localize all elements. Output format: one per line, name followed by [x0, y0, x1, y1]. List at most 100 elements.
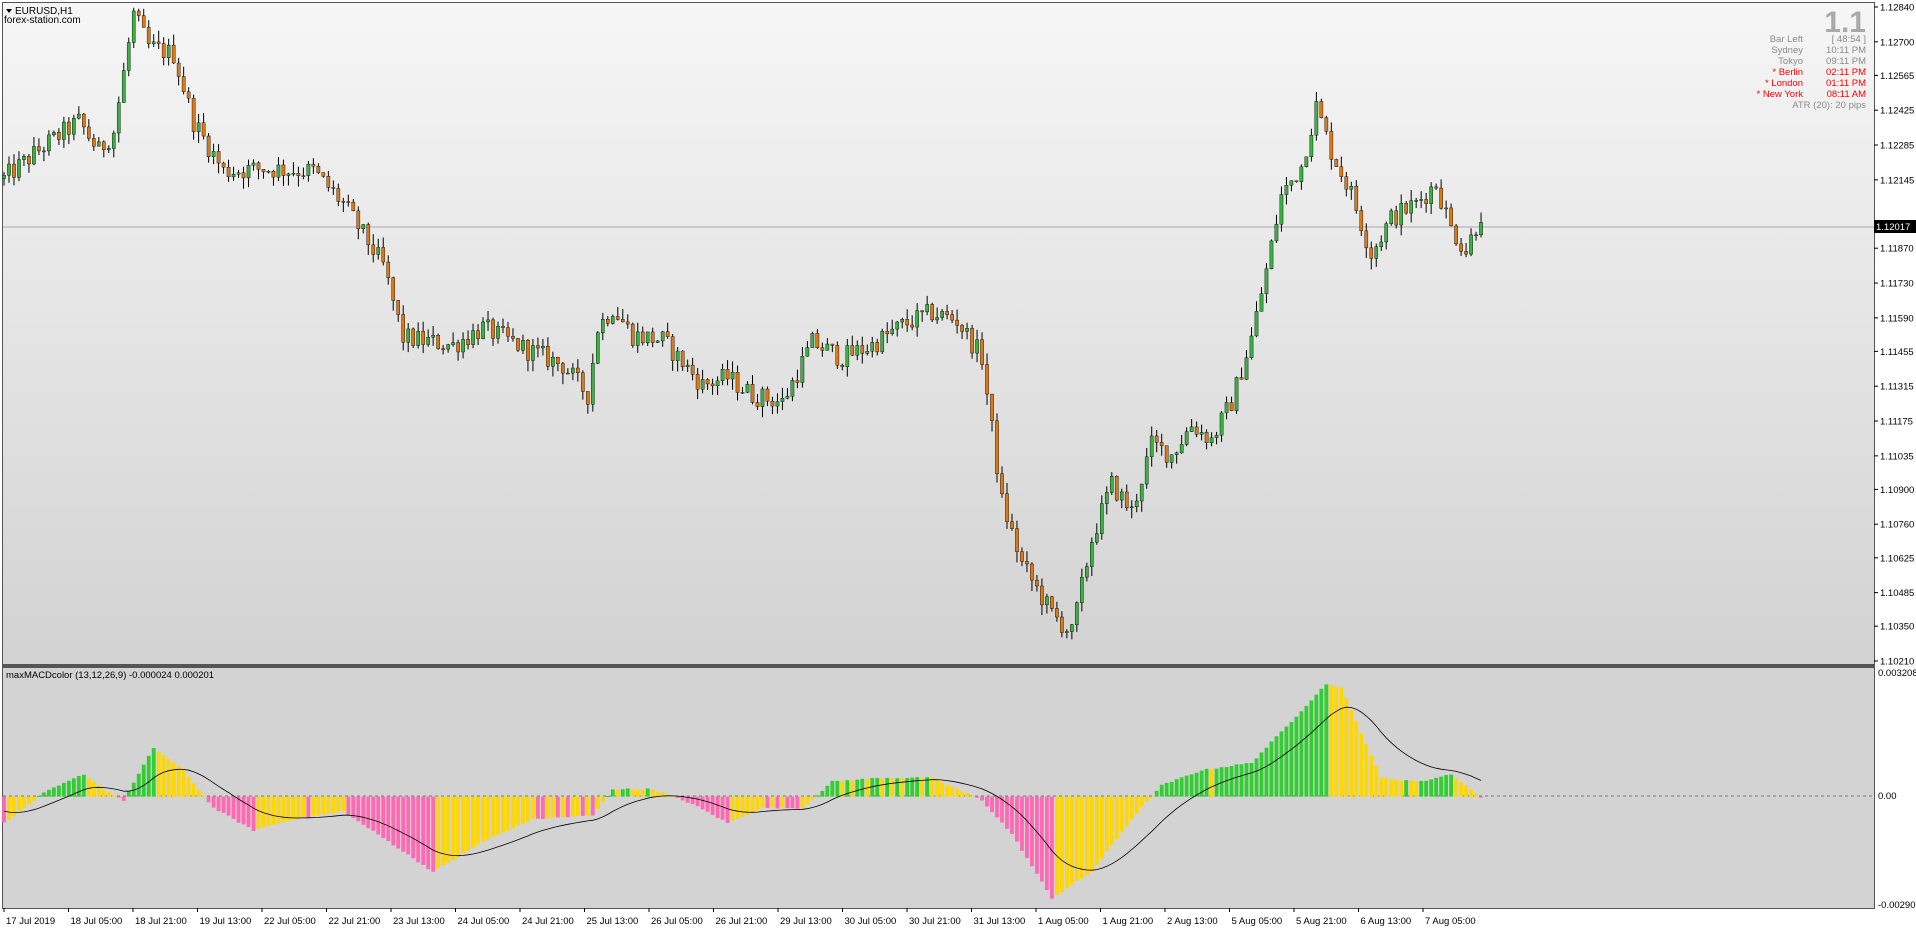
candle-body [1109, 476, 1114, 493]
histogram-bar [810, 796, 815, 800]
histogram-bar [461, 796, 465, 854]
histogram-bar [730, 796, 735, 821]
candle-body [765, 388, 770, 402]
histogram-bar [76, 775, 81, 797]
candle-body [1234, 377, 1239, 411]
candle-body [835, 345, 840, 366]
histogram-bar [146, 755, 151, 797]
candle-body [556, 356, 560, 364]
histogram-bar [1334, 687, 1339, 797]
price-pane[interactable] [3, 3, 1874, 665]
candle-body [501, 325, 505, 328]
histogram-bar [436, 796, 441, 869]
candle-body [106, 148, 111, 151]
candle-body [1444, 207, 1448, 210]
time-axis: 17 Jul 2019 18 Jul 05:00 18 Jul 21:00 19 Ju… [3, 908, 1476, 927]
histogram-bar [1064, 796, 1069, 889]
candle-body [855, 345, 860, 356]
candle-body [950, 314, 954, 321]
candle-body [426, 337, 430, 345]
candle-body [965, 328, 969, 332]
candle-body [271, 171, 276, 178]
candle-body [920, 310, 924, 313]
histogram-bar [1464, 785, 1468, 797]
candle-body [161, 43, 166, 59]
session-time: [ 48:54 ] [1832, 34, 1866, 45]
candle-body [925, 304, 929, 313]
candle-body [82, 113, 86, 128]
candle-body [675, 350, 680, 361]
candle-body [1075, 602, 1079, 625]
time-tick-label: 7 Aug 05:00 [1425, 916, 1476, 927]
histogram-bar [1134, 796, 1139, 815]
candle-body [1000, 473, 1004, 494]
histogram-bar [850, 780, 855, 797]
candle-body [735, 371, 740, 393]
histogram-bar [426, 796, 431, 870]
candle-body [341, 201, 346, 203]
candle-body [1414, 200, 1418, 202]
histogram-bar [605, 796, 610, 798]
histogram-bar [640, 789, 645, 797]
candle-body [1099, 503, 1104, 534]
histogram-bar [52, 787, 56, 797]
histogram-bar [790, 796, 795, 809]
histogram-bar [366, 796, 371, 829]
histogram-bar [675, 796, 680, 798]
histogram-bar [715, 796, 720, 819]
candle-body [1055, 608, 1059, 618]
histogram-bar [655, 791, 660, 797]
candle-body [1189, 426, 1194, 432]
histogram-bar [1069, 796, 1074, 885]
histogram-bar [91, 781, 96, 797]
histogram-bar [765, 796, 770, 809]
histogram-bar [1224, 767, 1229, 797]
candle-body [146, 27, 151, 45]
price-tick-label: 1.10485 [1880, 588, 1914, 599]
candle-body [456, 342, 460, 353]
chart-canvas[interactable]: 1.12840 1.12700 1.12565 1.12425 1.12285 1.121… [0, 0, 1916, 933]
candle-body [42, 150, 46, 153]
candle-body [820, 347, 825, 351]
candle-body [451, 342, 455, 345]
candle [995, 413, 999, 483]
candle-body [12, 163, 16, 178]
histogram-bar [785, 796, 790, 808]
histogram-bar [486, 796, 490, 840]
time-tick-label: 22 Jul 05:00 [264, 916, 316, 927]
histogram-bar [471, 796, 475, 848]
histogram-bar [725, 796, 730, 824]
histogram-bar [720, 796, 725, 820]
candle-body [1159, 442, 1164, 446]
candle-body [311, 163, 316, 167]
histogram-bar [1294, 716, 1299, 797]
price-tick-label: 1.10210 [1880, 657, 1914, 668]
histogram-bar [326, 796, 331, 814]
time-tick-label: 23 Jul 13:00 [393, 916, 445, 927]
candle-body [221, 162, 226, 168]
histogram-bar [885, 777, 890, 797]
histogram-bar [800, 796, 805, 808]
candle-body [381, 247, 386, 263]
histogram-bar [356, 796, 361, 822]
session-label: * Berlin [1772, 67, 1803, 78]
candle-body [62, 121, 66, 140]
pane-separator[interactable] [3, 664, 1874, 668]
histogram-bar [1109, 796, 1114, 846]
candle-body [1349, 186, 1354, 190]
candle-body [166, 44, 171, 59]
candle-body [396, 300, 401, 315]
histogram-bar [331, 796, 336, 814]
candle-body [1384, 223, 1389, 243]
candle-body [940, 311, 944, 318]
candle-body [1314, 101, 1319, 136]
candle-body [17, 159, 21, 178]
histogram-bar [1209, 769, 1214, 797]
candle-body [640, 331, 645, 344]
candle-body [1104, 492, 1109, 504]
candle-body [1354, 186, 1359, 211]
histogram-bar [101, 789, 106, 797]
histogram-bar [1474, 794, 1478, 797]
candle-body [321, 172, 326, 177]
histogram-bar [466, 796, 470, 851]
